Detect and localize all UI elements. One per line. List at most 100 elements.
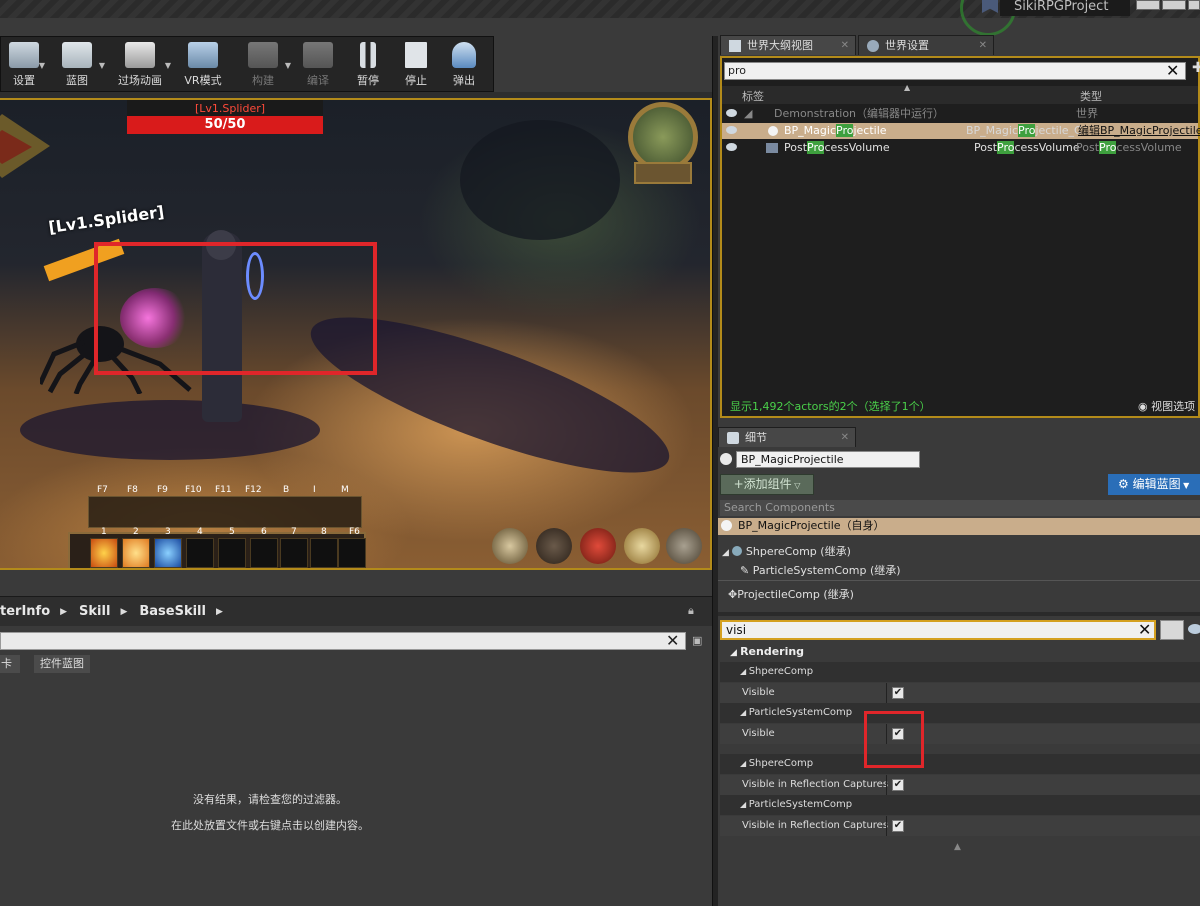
eye-icon[interactable] [726,126,737,134]
cinematics-button[interactable]: 过场动画 ▼ [107,37,173,91]
lock-icon[interactable]: 🔒︎ [688,604,694,618]
component-row[interactable]: ✎ ParticleSystemComp (继承) [740,562,901,578]
eye-icon[interactable] [726,109,737,117]
chevron-down-icon[interactable]: ▼ [99,61,105,70]
tab-world-settings[interactable]: 世界设置 ✕ [858,35,994,55]
skill-slot-empty[interactable]: 8 [310,527,338,568]
build-button[interactable]: 构建 ▼ [233,37,293,91]
component-label: ParticleSystemComp (继承) [752,564,901,577]
reflection-captures-checkbox[interactable]: ✔ [892,820,904,832]
tab-details[interactable]: 细节 ✕ [718,427,856,447]
column-divider[interactable] [886,683,887,703]
game-viewport[interactable]: [Lv1.Splider] 50/50 [Lv1.Splider] F7 F8 … [0,98,712,570]
expand-icon[interactable]: ◢ [722,548,729,558]
column-divider[interactable] [886,775,887,795]
settings-icon [9,42,39,68]
breadcrumb-item[interactable]: BaseSkill [139,604,206,619]
save-search-icon[interactable]: ▣ [692,634,702,647]
property-group[interactable]: ◢ ShpereComp [720,754,1200,774]
tab-world-outliner[interactable]: 世界大纲视图 ✕ [720,35,856,55]
skill-slot-empty[interactable]: 7 [280,527,308,568]
column-divider[interactable] [886,816,887,836]
helmet-icon[interactable] [492,528,528,564]
outliner-row-world[interactable]: ◢ Demonstration（编辑器中运行） 世界 [722,106,1198,122]
chevron-down-icon[interactable]: ▼ [165,61,171,70]
skill-slot-fire[interactable]: 1 [90,527,118,568]
edit-blueprint-button[interactable]: ⚙ 编辑蓝图 ▼ [1108,474,1200,495]
vr-mode-button[interactable]: VR模式 [173,37,233,91]
edit-blueprint-link[interactable]: 编辑BP_MagicProjectile [1078,123,1200,139]
compile-button[interactable]: 编译 [293,37,343,91]
group-label: ShpereComp [748,666,814,677]
column-label[interactable]: 标签 [742,88,764,104]
clear-search-icon[interactable]: ✕ [666,631,679,650]
highlight-box-viewport [94,242,377,375]
component-self-row[interactable]: BP_MagicProjectile（自身） [718,518,1200,535]
category-rendering[interactable]: ◢ Rendering [730,645,804,658]
maximize-button[interactable] [1162,0,1186,10]
property-group[interactable]: ◢ ParticleSystemComp [720,703,1200,723]
close-icon[interactable]: ✕ [979,36,987,55]
chevron-down-icon[interactable]: ▼ [285,61,291,70]
skill-slot-empty[interactable]: 5 [218,527,246,568]
component-row[interactable]: ◢ ShpereComp (继承) [722,543,851,559]
reflection-captures-checkbox[interactable]: ✔ [892,779,904,791]
minimize-button[interactable] [1136,0,1160,10]
character-icon[interactable] [624,528,660,564]
close-window-button[interactable] [1188,0,1200,10]
bag-icon[interactable] [536,528,572,564]
eject-button[interactable]: 弹出 [439,37,489,91]
projectile-icon: ✥ [728,588,738,601]
clear-search-icon[interactable]: ✕ [1166,61,1179,80]
pause-button[interactable]: 暂停 [343,37,393,91]
breadcrumb-item[interactable]: terInfo [0,604,50,619]
skill-slot-flame[interactable]: 2 [122,527,150,568]
skill-slot-empty[interactable]: F6 [338,527,366,568]
outliner-row[interactable]: PostProcessVolume PostProcessVolume Post… [722,140,1198,156]
add-component-button[interactable]: +添加组件 ▽ [720,474,814,495]
settings-button[interactable]: 设置 ▼ [1,37,47,91]
gear-icon[interactable] [666,528,702,564]
filter-tab[interactable]: 卡 [0,655,20,673]
skill-slot-ice[interactable]: 3 [154,527,182,568]
property-matrix-icon[interactable] [1160,620,1184,640]
outliner-search-input[interactable]: pro [724,62,1186,80]
add-filter-icon[interactable]: ✚ [1192,60,1200,76]
outliner-row-selected[interactable]: BP_MagicProjectile BP_MagicProjectile_C … [722,123,1200,139]
property-group[interactable]: ◢ ParticleSystemComp [720,795,1200,815]
empty-message: 没有结果，请检查您的过滤器。 [193,793,347,806]
clapperboard-icon [125,42,155,68]
actor-name-input[interactable]: BP_MagicProjectile [736,451,920,468]
property-label: Visible in Reflection Captures [742,820,889,831]
chevron-right-icon[interactable]: ▶ [60,607,67,617]
close-icon[interactable]: ✕ [841,428,849,447]
visible-checkbox[interactable]: ✔ [892,687,904,699]
expand-icon[interactable]: ◢ [744,106,752,122]
view-options-button[interactable]: ◉ 视图选项 [1138,398,1195,414]
chevron-down-icon[interactable]: ▼ [39,61,45,70]
property-row: Visible in Reflection Captures ✔ [720,816,1200,836]
property-search-input[interactable]: visi [720,620,1156,640]
outliner-status: 显示1,492个actors的2个（选择了1个） [730,400,931,413]
skill-slot-empty[interactable]: 4 [186,527,214,568]
slot-number: 4 [197,527,203,537]
close-icon[interactable]: ✕ [841,36,849,55]
component-row[interactable]: ✥ProjectileComp (继承) [728,586,854,602]
chevron-right-icon[interactable]: ▶ [120,607,127,617]
scroll-up-icon[interactable]: ▲ [954,842,961,852]
chevron-right-icon[interactable]: ▶ [216,607,223,617]
skill-slot-empty[interactable]: 6 [250,527,278,568]
sort-asc-icon[interactable]: ▲ [904,83,910,92]
blueprint-button[interactable]: 蓝图 ▼ [47,37,107,91]
component-search-input[interactable]: Search Components [720,500,1200,516]
stop-button[interactable]: 停止 [393,37,439,91]
filter-tab-widget-blueprint[interactable]: 控件蓝图 [34,655,90,673]
eye-icon[interactable] [1188,624,1200,634]
breadcrumb-item[interactable]: Skill [79,604,110,619]
book-icon[interactable] [580,528,616,564]
eye-icon[interactable] [726,143,737,151]
clear-search-icon[interactable]: ✕ [1138,620,1151,639]
property-group[interactable]: ◢ ShpereComp [720,662,1200,682]
content-search-input[interactable] [0,632,686,650]
column-type[interactable]: 类型 [1080,88,1102,104]
